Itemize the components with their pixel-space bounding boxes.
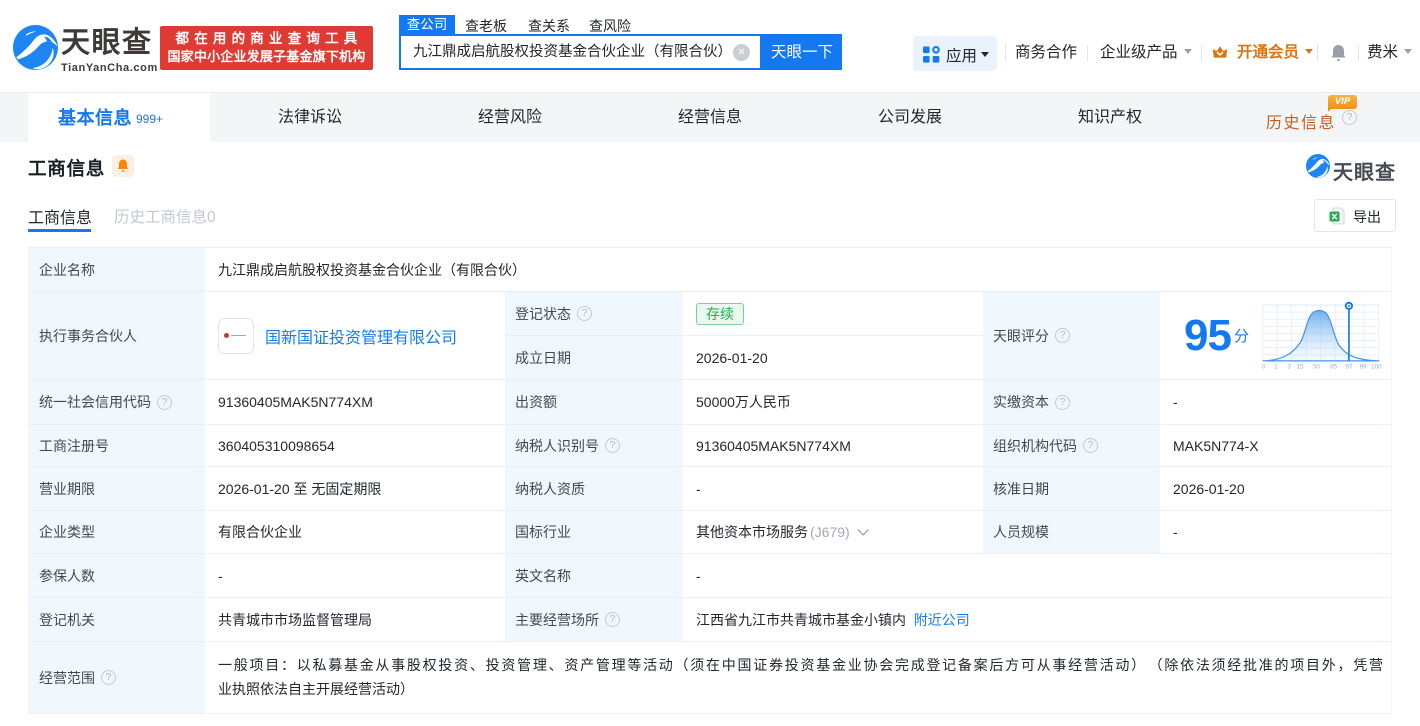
- svg-text:3: 3: [1287, 363, 1291, 370]
- svg-text:85: 85: [1330, 363, 1337, 370]
- svg-text:99: 99: [1360, 363, 1367, 370]
- svg-text:0: 0: [1262, 363, 1266, 370]
- svg-text:1: 1: [1274, 363, 1278, 370]
- svg-text:15: 15: [1297, 363, 1304, 370]
- svg-text:50: 50: [1313, 363, 1320, 370]
- svg-text:100: 100: [1371, 363, 1382, 370]
- svg-text:97: 97: [1345, 363, 1352, 370]
